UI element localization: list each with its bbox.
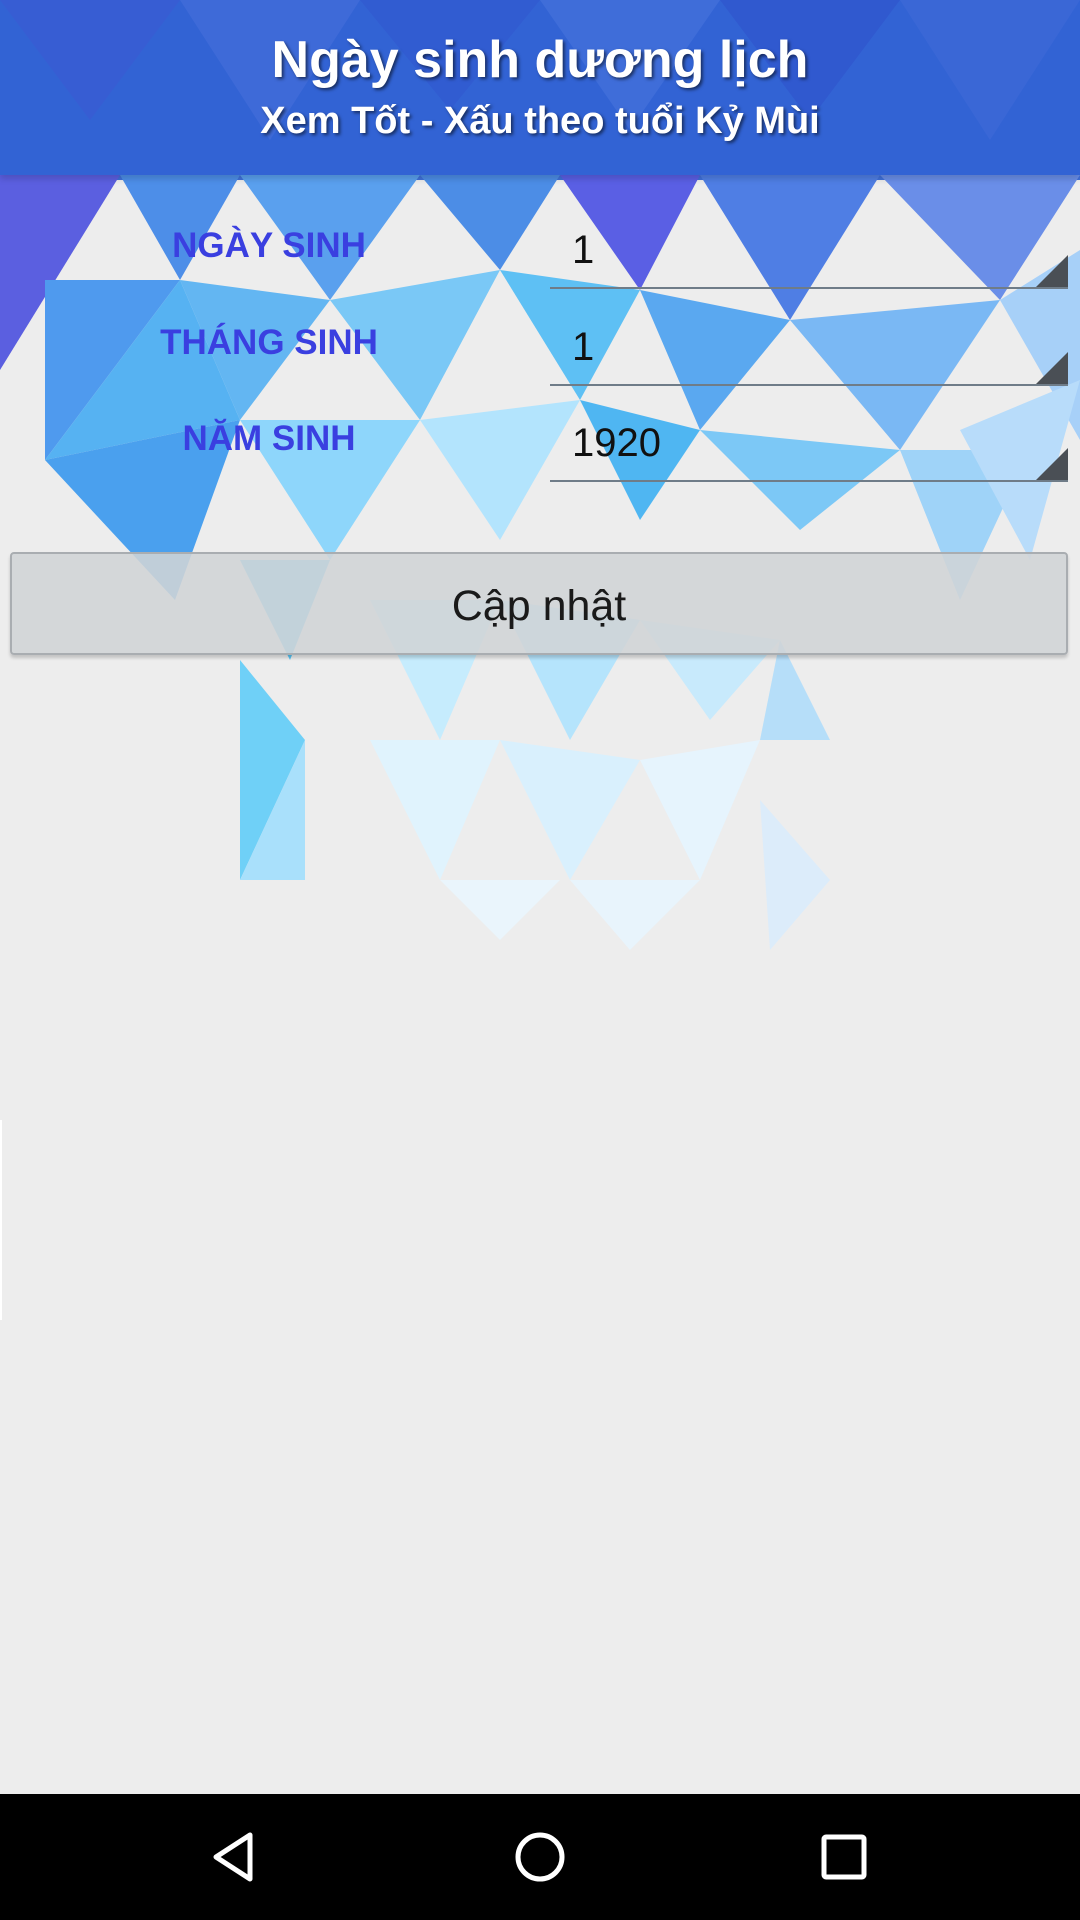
app-header: Ngày sinh dương lịch Xem Tốt - Xấu theo …	[0, 0, 1080, 175]
dropdown-corner-icon	[1036, 255, 1068, 287]
birth-year-label: NĂM SINH	[182, 419, 356, 458]
update-button-label: Cập nhật	[451, 582, 627, 630]
birth-day-row: NGÀY SINH 1	[0, 200, 1080, 296]
update-button[interactable]: Cập nhật	[10, 552, 1068, 655]
dropdown-corner-icon	[1036, 352, 1068, 384]
birth-year-value: 1920	[572, 421, 661, 465]
back-triangle-icon[interactable]	[206, 1827, 266, 1887]
birth-day-label: NGÀY SINH	[172, 226, 366, 265]
home-circle-icon[interactable]	[510, 1827, 570, 1887]
birth-year-row: NĂM SINH 1920	[0, 393, 1080, 489]
birth-month-label: THÁNG SINH	[160, 323, 378, 362]
birth-day-value: 1	[572, 228, 595, 272]
edge-divider	[0, 1120, 2, 1320]
system-navigation-bar	[0, 1794, 1080, 1920]
dropdown-corner-icon	[1036, 448, 1068, 480]
birth-month-value: 1	[572, 325, 595, 369]
page-title: Ngày sinh dương lịch	[271, 31, 809, 89]
birth-day-spinner[interactable]: 1	[550, 210, 1068, 289]
birth-year-spinner[interactable]: 1920	[550, 403, 1068, 482]
app-screen: Ngày sinh dương lịch Xem Tốt - Xấu theo …	[0, 0, 1080, 1920]
birth-month-spinner[interactable]: 1	[550, 307, 1068, 386]
page-subtitle: Xem Tốt - Xấu theo tuổi Kỷ Mùi	[260, 100, 820, 142]
birth-month-row: THÁNG SINH 1	[0, 297, 1080, 393]
recent-apps-square-icon[interactable]	[814, 1827, 874, 1887]
